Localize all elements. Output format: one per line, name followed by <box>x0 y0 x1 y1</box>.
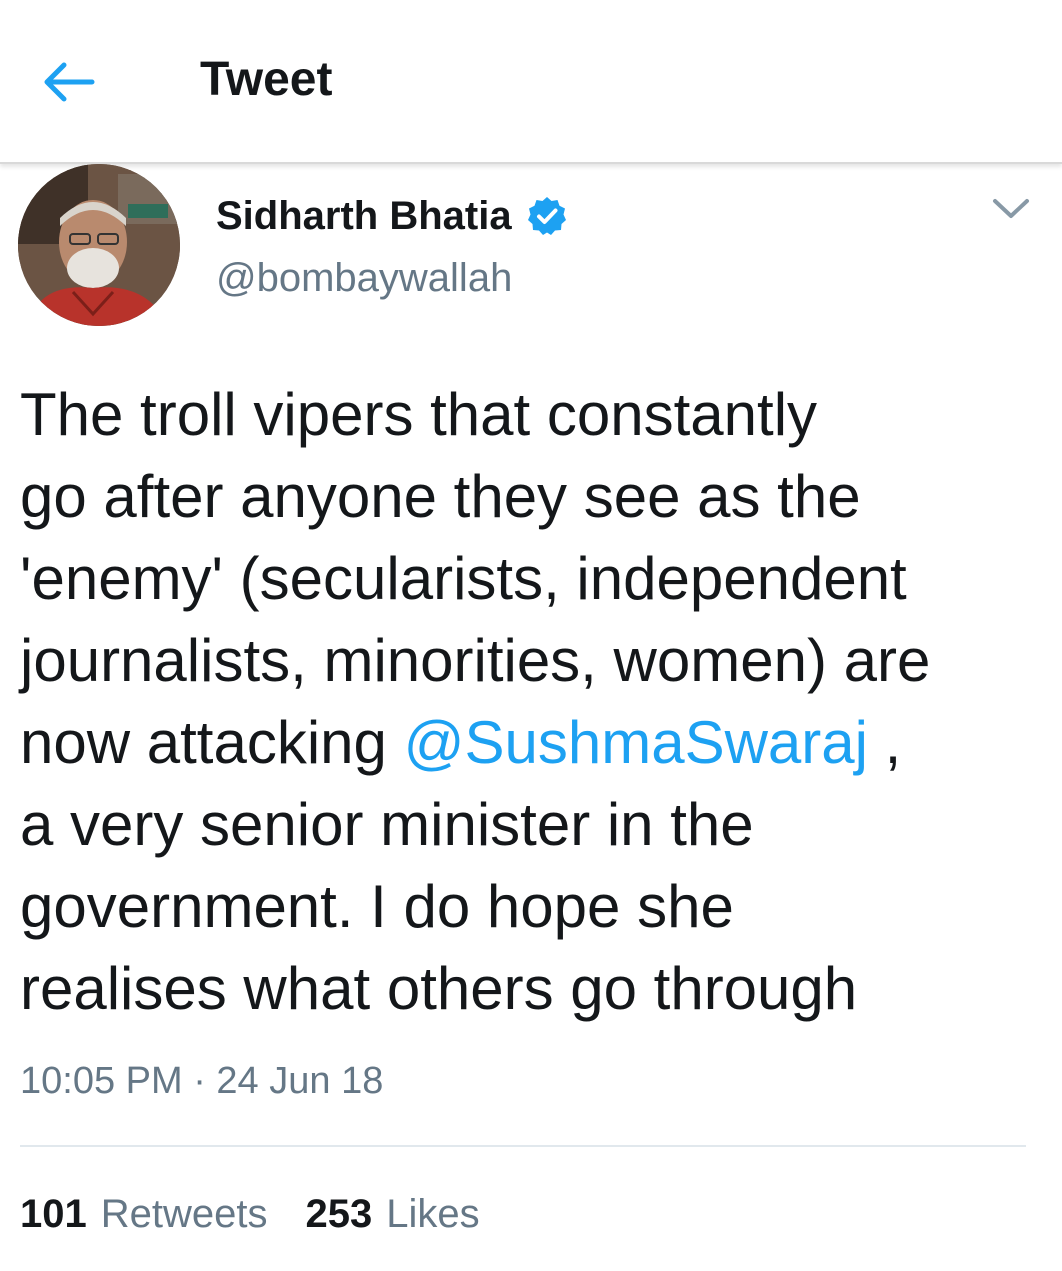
retweets-count: 101 <box>20 1192 87 1236</box>
avatar[interactable] <box>18 164 180 326</box>
verified-badge-icon <box>527 197 566 235</box>
author-name[interactable]: Sidharth Bhatia <box>216 192 568 240</box>
tweet-stats: 101 Retweets 253 Likes <box>20 1190 518 1238</box>
likes-label: Likes <box>386 1192 480 1236</box>
tweet-timestamp: 10:05 PM · 24 Jun 18 <box>20 1060 384 1102</box>
chevron-down-icon <box>993 199 1029 218</box>
mention-link[interactable]: @SushmaSwaraj <box>404 709 868 776</box>
tweet-text: The troll vipers that constantly go afte… <box>20 374 1050 1030</box>
retweets-stat[interactable]: 101 Retweets <box>20 1190 268 1238</box>
likes-count: 253 <box>305 1192 373 1236</box>
arrow-left-icon <box>44 62 95 102</box>
page-title: Tweet <box>200 53 333 106</box>
back-button[interactable] <box>30 44 106 120</box>
author-name-text: Sidharth Bhatia <box>216 194 512 238</box>
tweet-menu-button[interactable] <box>988 192 1034 226</box>
top-app-bar: Tweet <box>0 0 1062 164</box>
likes-stat[interactable]: 253 Likes <box>306 1190 480 1238</box>
divider <box>20 1145 1026 1147</box>
retweets-label: Retweets <box>100 1192 268 1236</box>
author-handle[interactable]: @bombaywallah <box>216 254 512 302</box>
